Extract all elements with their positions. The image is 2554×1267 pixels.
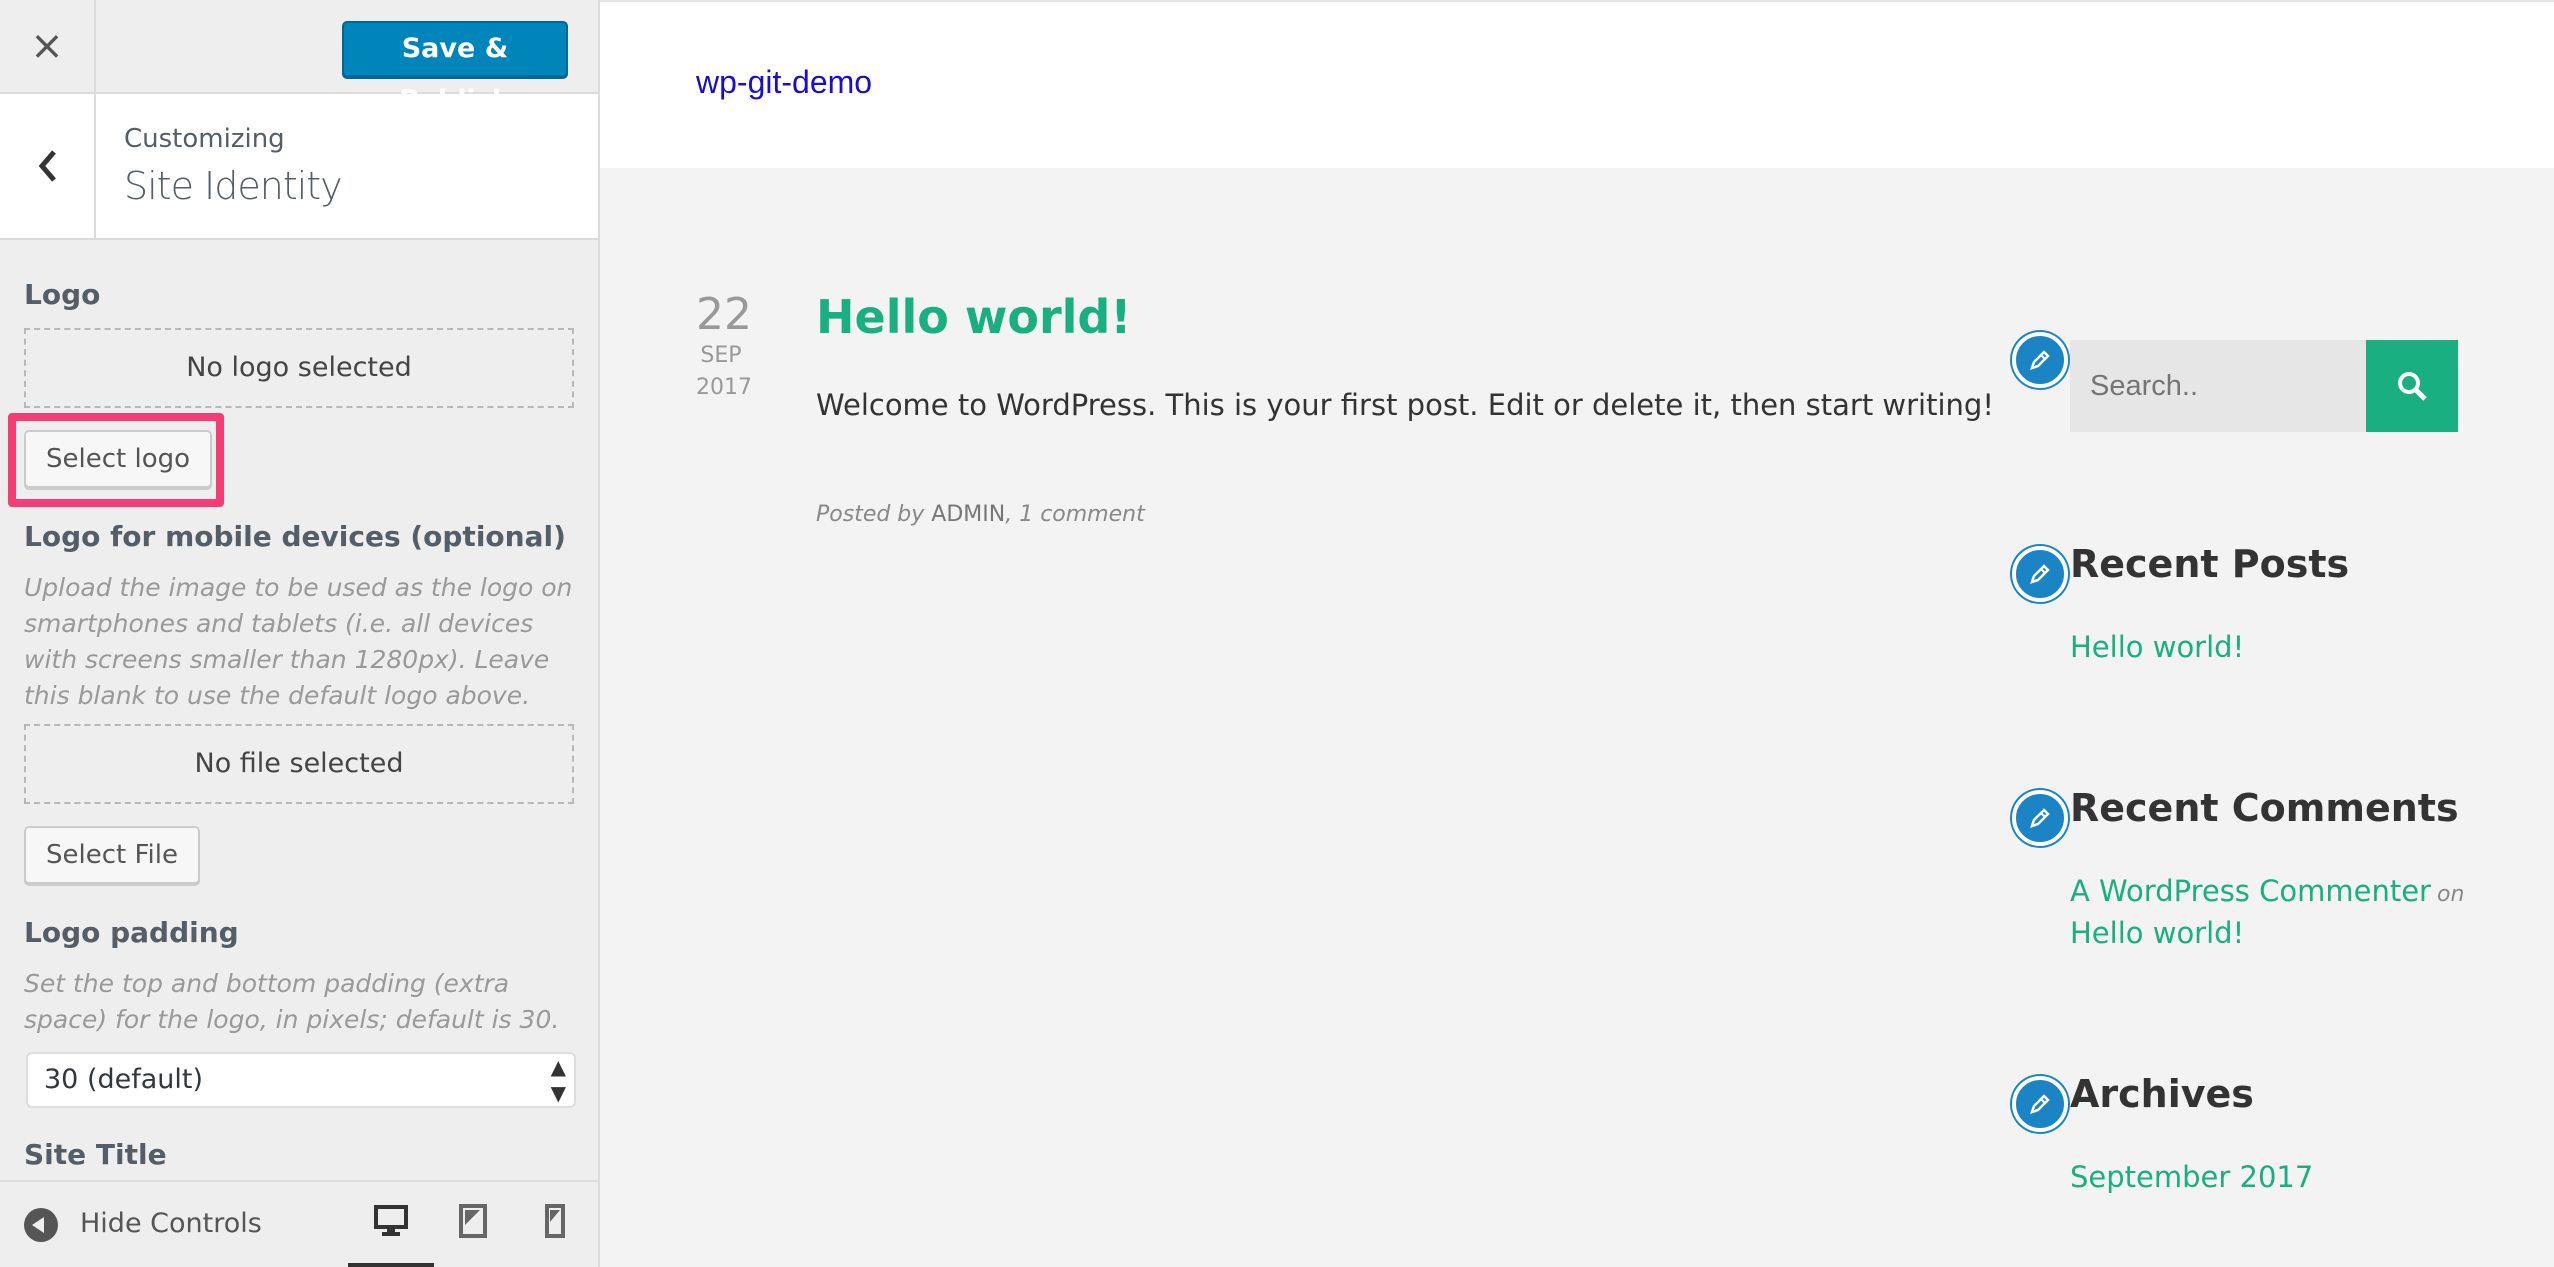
site-preview: wp-git-demo 22 SEP 2017 Hello world! Wel…: [600, 0, 2554, 1267]
desktop-icon: [374, 1205, 408, 1236]
sidebar-widgets: Recent Posts Hello world! Recent Comment…: [2012, 0, 2512, 1267]
close-customizer-button[interactable]: ×: [0, 0, 96, 92]
tablet-preview-button[interactable]: [430, 1182, 516, 1267]
logo-control-title: Logo: [24, 278, 101, 311]
select-logo-button[interactable]: Select logo: [24, 430, 213, 488]
mobile-icon: [545, 1204, 565, 1238]
post-meta-prefix: Posted by: [816, 502, 925, 527]
search-input[interactable]: [2070, 340, 2366, 432]
recent-post-link[interactable]: Hello world!: [2070, 630, 2244, 664]
breadcrumb: Customizing: [124, 124, 285, 154]
post-date: 22 SEP 2017: [696, 289, 752, 404]
logo-padding-value: 30 (default): [44, 1064, 204, 1095]
customizer-header: × Save & Publish: [0, 0, 598, 116]
logo-padding-description: Set the top and bottom padding (extra sp…: [24, 969, 560, 1034]
post-meta: Posted by ADMIN, 1 comment: [816, 502, 1145, 527]
desktop-preview-button[interactable]: [348, 1182, 434, 1267]
mobile-logo-control-title: Logo for mobile devices (optional): [24, 520, 566, 553]
pencil-icon[interactable]: [2012, 790, 2068, 846]
controls-panel: Logo No logo selected Select logo Logo f…: [0, 240, 598, 1180]
select-arrows-icon: ▲ ▼: [550, 1055, 566, 1105]
mobile-preview-button[interactable]: [512, 1182, 598, 1267]
recent-posts-title: Recent Posts: [2070, 542, 2350, 586]
search-button[interactable]: [2366, 340, 2458, 432]
archive-link[interactable]: September 2017: [2070, 1160, 2313, 1194]
site-title-control-title: Site Title: [24, 1138, 167, 1171]
pencil-icon[interactable]: [2012, 332, 2068, 388]
post-day: 22: [696, 289, 752, 340]
search-form: [2070, 340, 2458, 432]
hide-controls-label: Hide Controls: [80, 1208, 262, 1239]
tablet-icon: [459, 1204, 487, 1238]
save-publish-button[interactable]: Save & Publish: [342, 21, 568, 116]
post-year: 2017: [696, 375, 752, 400]
comment-post-link[interactable]: Hello world!: [2070, 916, 2244, 950]
customizer-footer: Hide Controls: [0, 1180, 598, 1267]
post-comments-link[interactable]: , 1 comment: [1005, 502, 1145, 527]
post-author-link[interactable]: ADMIN: [931, 502, 1005, 527]
archives-title: Archives: [2070, 1072, 2254, 1116]
comment-on-text: on: [2437, 882, 2465, 907]
comment-author-link[interactable]: A WordPress Commenter on: [2070, 874, 2464, 908]
customizer-sidebar: × Save & Publish Customizing Site Identi…: [0, 0, 600, 1267]
post-month: SEP: [700, 343, 742, 368]
recent-comments-title: Recent Comments: [2070, 786, 2459, 830]
chevron-left-icon: [38, 150, 56, 182]
site-title-link[interactable]: wp-git-demo: [696, 64, 872, 101]
logo-padding-select[interactable]: 30 (default) ▲ ▼: [26, 1052, 576, 1108]
pencil-icon[interactable]: [2012, 546, 2068, 602]
select-file-button[interactable]: Select File: [24, 826, 200, 884]
search-icon: [2398, 372, 2427, 401]
comment-author-name[interactable]: A WordPress Commenter: [2070, 874, 2431, 908]
pencil-icon[interactable]: [2012, 1076, 2068, 1132]
logo-placeholder: No logo selected: [24, 328, 574, 408]
section-header: Customizing Site Identity: [0, 94, 598, 240]
mobile-logo-description: Upload the image to be used as the logo …: [24, 573, 573, 710]
logo-padding-title: Logo padding: [24, 916, 239, 949]
mobile-logo-placeholder: No file selected: [24, 724, 574, 804]
section-title: Site Identity: [124, 164, 343, 208]
collapse-arrow-icon: [24, 1208, 58, 1242]
back-button[interactable]: [0, 94, 96, 238]
post-title-link[interactable]: Hello world!: [816, 290, 1131, 344]
post-excerpt: Welcome to WordPress. This is your first…: [816, 388, 1994, 422]
